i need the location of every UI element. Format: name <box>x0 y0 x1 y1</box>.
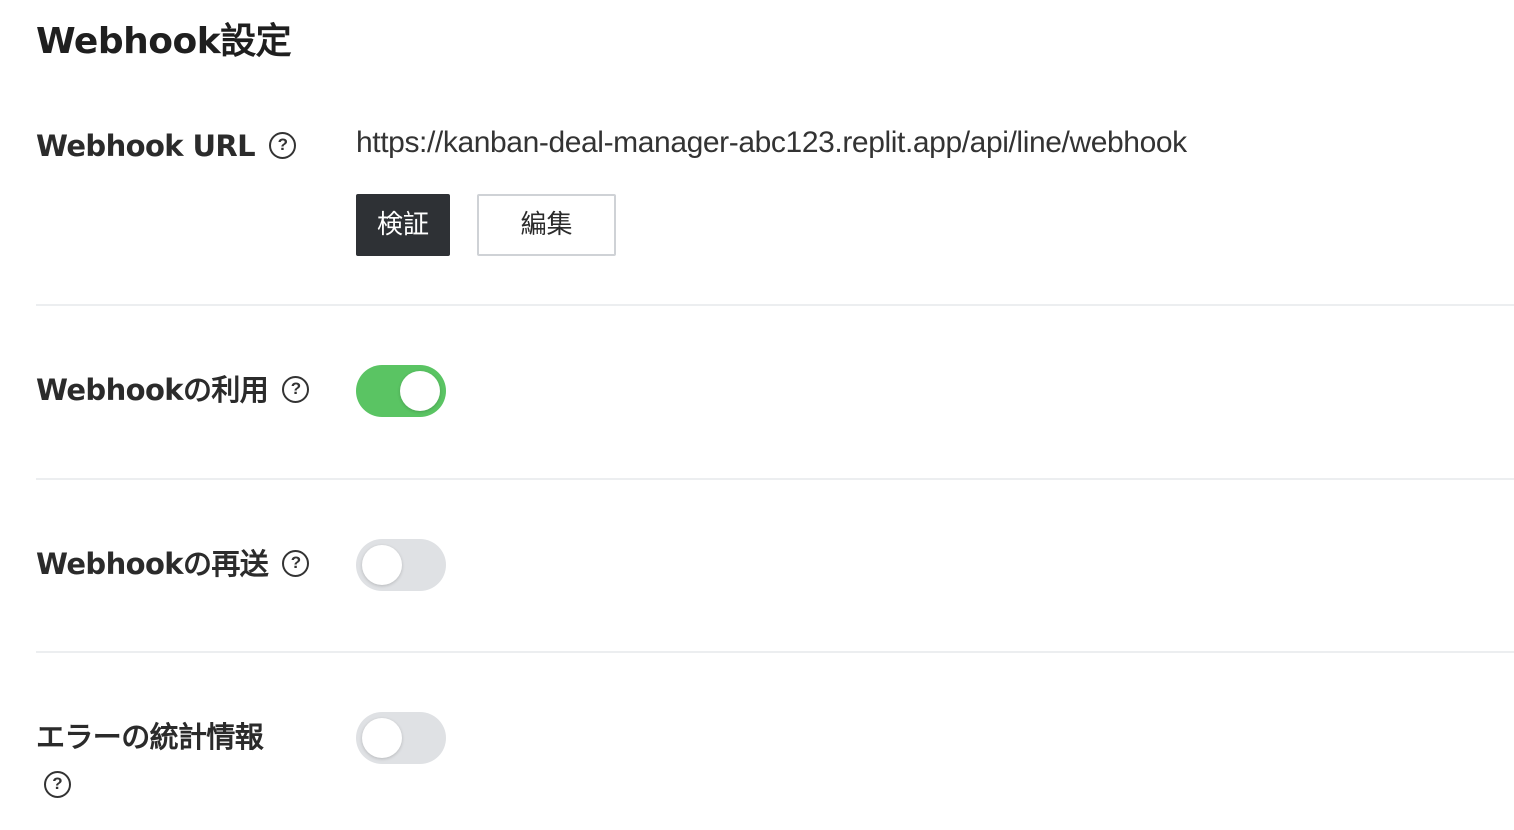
toggle-knob <box>362 718 402 758</box>
webhook-url-value: https://kanban-deal-manager-abc123.repli… <box>356 126 1187 159</box>
toggle-knob <box>400 371 440 411</box>
redelivery-label: Webhookの再送 <box>36 547 269 581</box>
webhook-url-label-row: Webhook URL? <box>36 126 297 166</box>
use-webhook-label: Webhookの利用 <box>36 373 269 407</box>
redelivery-label-row: Webhookの再送? <box>36 544 310 584</box>
error-stats-label: エラーの統計情報 <box>36 720 264 754</box>
error-stats-toggle[interactable] <box>356 712 446 764</box>
edit-button[interactable]: 編集 <box>477 194 616 256</box>
divider <box>36 304 1514 306</box>
use-webhook-help-icon[interactable]: ? <box>282 375 310 403</box>
redelivery-help-icon[interactable]: ? <box>282 549 310 577</box>
toggle-knob <box>362 545 402 585</box>
divider <box>36 651 1514 653</box>
error-stats-help-icon[interactable]: ? <box>44 771 71 798</box>
redelivery-toggle[interactable] <box>356 539 446 591</box>
use-webhook-toggle[interactable] <box>356 365 446 417</box>
use-webhook-label-row: Webhookの利用? <box>36 370 310 410</box>
verify-button[interactable]: 検証 <box>356 194 450 256</box>
webhook-settings-page: Webhook設定 Webhook URL? https://kanban-de… <box>0 0 1514 830</box>
page-title: Webhook設定 <box>36 21 292 62</box>
webhook-url-label: Webhook URL <box>36 129 256 163</box>
error-stats-label-row: エラーの統計情報 <box>36 717 264 757</box>
divider <box>36 478 1514 480</box>
webhook-url-help-icon[interactable]: ? <box>269 131 297 159</box>
